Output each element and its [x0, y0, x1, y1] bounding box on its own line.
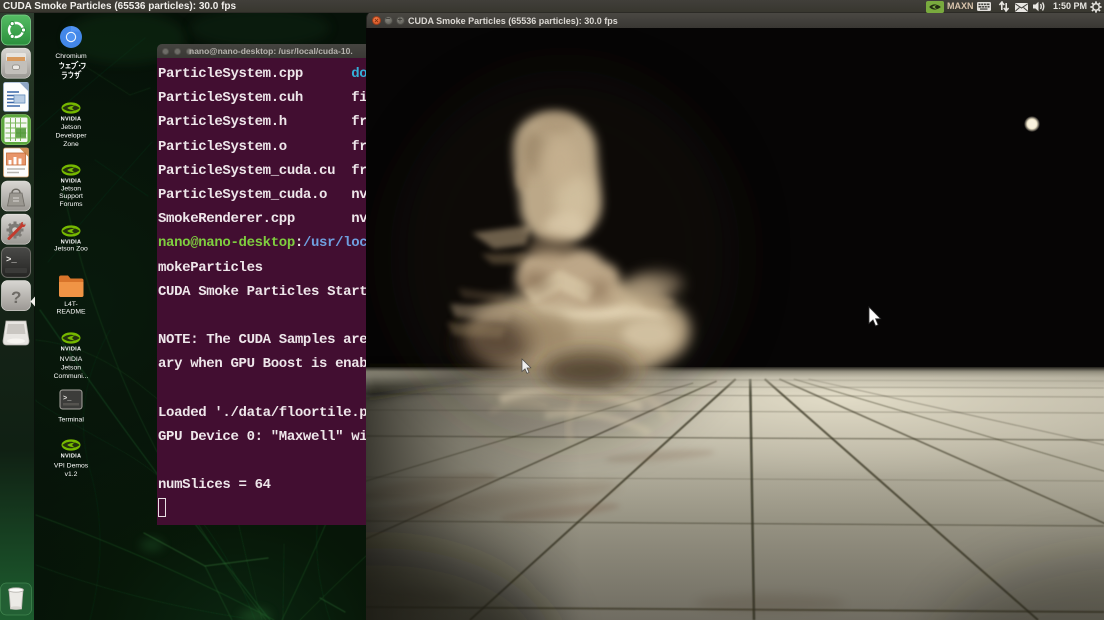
- svg-text:Forums: Forums: [59, 201, 83, 208]
- svg-text:>_: >_: [63, 395, 72, 403]
- svg-text:Communi...: Communi...: [54, 373, 89, 380]
- svg-text:NVIDIA: NVIDIA: [61, 179, 82, 185]
- svg-text:Jetson Zoo: Jetson Zoo: [54, 246, 88, 253]
- svg-text:Zone: Zone: [63, 141, 79, 148]
- svg-text:Chromium: Chromium: [55, 53, 87, 60]
- svg-text:VPI Demos: VPI Demos: [54, 463, 89, 470]
- svg-text:v1.2: v1.2: [65, 471, 78, 478]
- svg-text:Jetson: Jetson: [61, 186, 81, 193]
- svg-text:NVIDIA: NVIDIA: [61, 347, 82, 353]
- svg-text:README: README: [56, 309, 86, 316]
- svg-text:L4T-: L4T-: [64, 301, 78, 308]
- svg-text:NVIDIA: NVIDIA: [61, 454, 82, 460]
- svg-text:>_: >_: [6, 255, 17, 265]
- svg-text:Jetson: Jetson: [61, 365, 81, 372]
- svg-text:NVIDIA: NVIDIA: [60, 356, 83, 363]
- svg-text:NVIDIA: NVIDIA: [61, 117, 82, 123]
- svg-text:Jetson: Jetson: [61, 124, 81, 131]
- svg-text:Developer: Developer: [56, 133, 88, 140]
- svg-text:Support: Support: [59, 193, 83, 200]
- svg-text:Terminal: Terminal: [58, 417, 84, 424]
- svg-text:?: ?: [11, 288, 21, 307]
